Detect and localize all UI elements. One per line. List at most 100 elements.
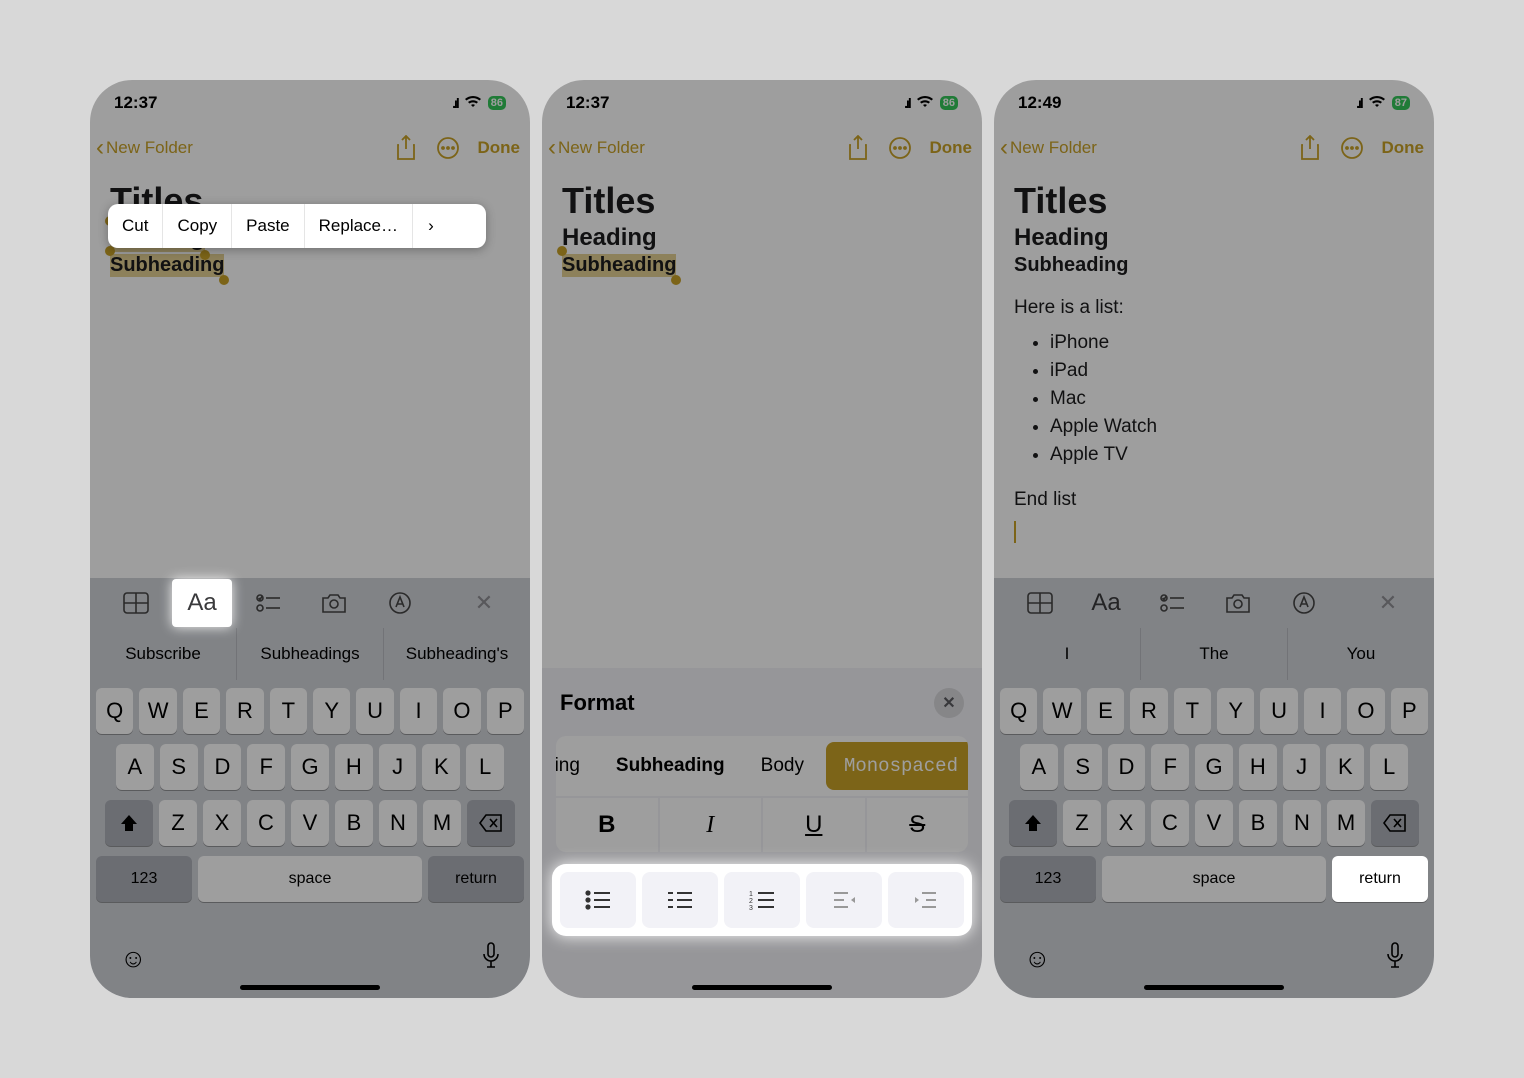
more-icon[interactable] — [436, 136, 460, 160]
done-button[interactable]: Done — [1382, 138, 1425, 158]
shift-key[interactable] — [1009, 800, 1057, 846]
key-r[interactable]: R — [226, 688, 263, 734]
back-button[interactable]: ‹ New Folder — [546, 134, 645, 162]
key-f[interactable]: F — [1151, 744, 1189, 790]
key-f[interactable]: F — [247, 744, 285, 790]
key-y[interactable]: Y — [313, 688, 350, 734]
home-indicator[interactable] — [1144, 985, 1284, 990]
key-c[interactable]: C — [247, 800, 285, 846]
share-icon[interactable] — [846, 136, 870, 160]
key-z[interactable]: Z — [1063, 800, 1101, 846]
home-indicator[interactable] — [240, 985, 380, 990]
share-icon[interactable] — [1298, 136, 1322, 160]
key-z[interactable]: Z — [159, 800, 197, 846]
key-b[interactable]: B — [335, 800, 373, 846]
done-button[interactable]: Done — [478, 138, 521, 158]
key-p[interactable]: P — [1391, 688, 1428, 734]
key-d[interactable]: D — [204, 744, 242, 790]
key-s[interactable]: S — [1064, 744, 1102, 790]
key-h[interactable]: H — [1239, 744, 1277, 790]
style-subheading[interactable]: Subheading — [598, 736, 743, 796]
key-b[interactable]: B — [1239, 800, 1277, 846]
key-r[interactable]: R — [1130, 688, 1167, 734]
style-heading-partial[interactable]: ding — [556, 736, 598, 796]
dictation-icon[interactable] — [482, 942, 500, 975]
key-n[interactable]: N — [1283, 800, 1321, 846]
more-icon[interactable] — [1340, 136, 1364, 160]
note-content[interactable]: Titles Heading Subheading Here is a list… — [994, 170, 1434, 553]
key-l[interactable]: L — [466, 744, 504, 790]
close-toolbar-icon[interactable]: ✕ — [466, 585, 502, 621]
camera-icon[interactable] — [316, 585, 352, 621]
cut-menu-item[interactable]: Cut — [108, 204, 163, 248]
style-monospaced[interactable]: Monospaced — [826, 742, 968, 790]
key-h[interactable]: H — [335, 744, 373, 790]
suggestion-1[interactable]: Subscribe — [90, 628, 237, 680]
suggestion-2[interactable]: Subheadings — [237, 628, 384, 680]
dashed-list-icon[interactable] — [642, 872, 718, 928]
key-m[interactable]: M — [1327, 800, 1365, 846]
emoji-icon[interactable]: ☺ — [1024, 943, 1051, 974]
space-key[interactable]: space — [1102, 856, 1326, 902]
return-key[interactable]: return — [428, 856, 524, 902]
text-style-strip[interactable]: ding Subheading Body Monospaced — [556, 736, 968, 796]
more-icon[interactable] — [888, 136, 912, 160]
camera-icon[interactable] — [1220, 585, 1256, 621]
key-p[interactable]: P — [487, 688, 524, 734]
home-indicator[interactable] — [692, 985, 832, 990]
suggestion-1[interactable]: I — [994, 628, 1141, 680]
close-icon[interactable]: ✕ — [934, 688, 964, 718]
more-arrow-icon[interactable]: › — [413, 204, 449, 248]
italic-button[interactable]: I — [660, 798, 762, 852]
key-a[interactable]: A — [1020, 744, 1058, 790]
key-l[interactable]: L — [1370, 744, 1408, 790]
copy-menu-item[interactable]: Copy — [163, 204, 232, 248]
key-k[interactable]: K — [1326, 744, 1364, 790]
return-key[interactable]: return — [1332, 856, 1428, 902]
numbered-list-icon[interactable]: 123 — [724, 872, 800, 928]
key-o[interactable]: O — [443, 688, 480, 734]
numbers-key[interactable]: 123 — [96, 856, 192, 902]
key-y[interactable]: Y — [1217, 688, 1254, 734]
suggestion-3[interactable]: You — [1288, 628, 1434, 680]
emoji-icon[interactable]: ☺ — [120, 943, 147, 974]
dictation-icon[interactable] — [1386, 942, 1404, 975]
key-w[interactable]: W — [139, 688, 176, 734]
key-j[interactable]: J — [379, 744, 417, 790]
numbers-key[interactable]: 123 — [1000, 856, 1096, 902]
replace-menu-item[interactable]: Replace… — [305, 204, 413, 248]
key-x[interactable]: X — [203, 800, 241, 846]
paste-menu-item[interactable]: Paste — [232, 204, 304, 248]
key-u[interactable]: U — [1260, 688, 1297, 734]
backspace-key[interactable] — [1371, 800, 1419, 846]
indent-icon[interactable] — [888, 872, 964, 928]
strike-button[interactable]: S — [867, 798, 969, 852]
done-button[interactable]: Done — [930, 138, 973, 158]
key-e[interactable]: E — [1087, 688, 1124, 734]
bold-button[interactable]: B — [556, 798, 658, 852]
format-aa-button[interactable]: Aa — [184, 585, 220, 621]
table-icon[interactable] — [118, 585, 154, 621]
key-i[interactable]: I — [1304, 688, 1341, 734]
markup-icon[interactable] — [1286, 585, 1322, 621]
checklist-icon[interactable] — [250, 585, 286, 621]
table-icon[interactable] — [1022, 585, 1058, 621]
key-q[interactable]: Q — [96, 688, 133, 734]
checklist-icon[interactable] — [1154, 585, 1190, 621]
back-button[interactable]: ‹ New Folder — [94, 134, 193, 162]
key-d[interactable]: D — [1108, 744, 1146, 790]
shift-key[interactable] — [105, 800, 153, 846]
markup-icon[interactable] — [382, 585, 418, 621]
suggestion-3[interactable]: Subheading's — [384, 628, 530, 680]
key-v[interactable]: V — [1195, 800, 1233, 846]
close-toolbar-icon[interactable]: ✕ — [1370, 585, 1406, 621]
note-content[interactable]: Titles Heading Subheading — [542, 170, 982, 287]
key-m[interactable]: M — [423, 800, 461, 846]
key-k[interactable]: K — [422, 744, 460, 790]
key-w[interactable]: W — [1043, 688, 1080, 734]
backspace-key[interactable] — [467, 800, 515, 846]
key-x[interactable]: X — [1107, 800, 1145, 846]
back-button[interactable]: ‹ New Folder — [998, 134, 1097, 162]
key-e[interactable]: E — [183, 688, 220, 734]
key-v[interactable]: V — [291, 800, 329, 846]
